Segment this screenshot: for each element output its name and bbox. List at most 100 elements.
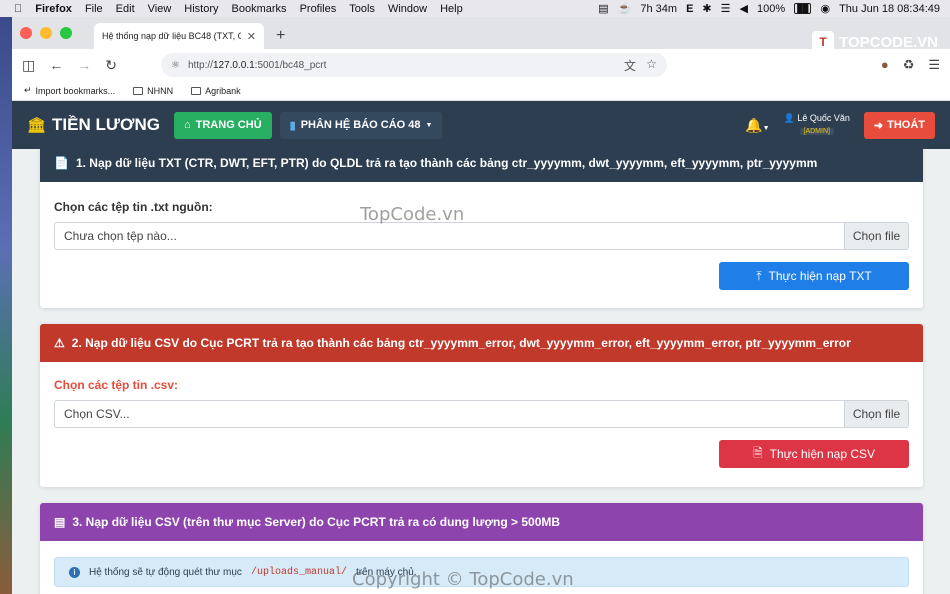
menu-edit[interactable]: Edit xyxy=(116,3,135,15)
menu-window[interactable]: Window xyxy=(388,3,427,15)
profile-avatar-icon[interactable]: ● xyxy=(881,57,889,73)
txt-choose-file-button[interactable]: Chọn file xyxy=(844,223,908,249)
card-header: ⚠ 2. Nạp dữ liệu CSV do Cục PCRT trả ra … xyxy=(40,324,923,362)
app-brand[interactable]: 🏛 TIỀN LƯƠNG xyxy=(27,115,160,135)
import-icon: ↵ xyxy=(24,85,32,95)
tea-timer-icon[interactable]: ☕ xyxy=(618,2,632,15)
timer-text[interactable]: 7h 34m xyxy=(640,3,677,15)
info-text-pre: Hệ thống sẽ tự động quét thư mục xyxy=(89,566,242,578)
file-text-icon: 📄 xyxy=(54,156,69,170)
app-menu-icon[interactable]: ☰ xyxy=(928,57,940,73)
topcode-logo-text: TOPCODE.VN xyxy=(839,33,938,51)
menu-history[interactable]: History xyxy=(184,3,218,15)
txt-file-input[interactable]: Chưa chọn tệp nào... Chọn file xyxy=(54,222,909,250)
reload-icon[interactable]: ↻ xyxy=(105,57,117,74)
user-info[interactable]: 👤 Lê Quốc Văn [ADMIN] xyxy=(784,112,850,138)
extensions-icon[interactable]: ♻ xyxy=(903,57,915,73)
file-icon: ▮ xyxy=(289,119,296,132)
bookmark-import[interactable]: ↵ Import bookmarks... xyxy=(24,85,115,96)
import-csv-label: Thực hiện nạp CSV xyxy=(769,447,876,461)
card-title: 3. Nạp dữ liệu CSV (trên thư mục Server)… xyxy=(72,515,561,529)
card-body: Chọn các tệp tin .csv: Chọn CSV... Chọn … xyxy=(40,362,923,482)
close-window-icon[interactable] xyxy=(20,27,32,39)
maximize-window-icon[interactable] xyxy=(60,27,72,39)
logout-button[interactable]: ➜ THOÁT xyxy=(863,111,935,139)
site-info-icon[interactable]: ⚛ xyxy=(171,60,180,71)
bluetooth-icon[interactable]: ✱ xyxy=(702,2,711,15)
forward-icon[interactable]: → xyxy=(77,57,91,73)
notification-bell-icon[interactable]: 🔔▼ xyxy=(745,117,769,134)
browser-tab[interactable]: Hệ thống nạp dữ liệu BC48 (TXT, CS ✕ xyxy=(94,23,264,49)
sidebar-toggle-icon[interactable]: ◫ xyxy=(22,57,35,74)
import-txt-label: Thực hiện nạp TXT xyxy=(768,269,872,283)
url-path: :5001/bc48_pcrt xyxy=(254,59,327,71)
bookmark-nhnn-label: NHNN xyxy=(147,85,174,96)
new-tab-icon[interactable]: + xyxy=(276,27,285,45)
bank-icon: 🏛 xyxy=(27,117,47,134)
action-row: 🗎 Thực hiện nạp CSV xyxy=(54,440,909,468)
home-label: TRANG CHỦ xyxy=(195,119,262,131)
import-csv-button[interactable]: 🗎 Thực hiện nạp CSV xyxy=(719,440,909,468)
window-controls xyxy=(20,17,72,49)
apple-icon[interactable]:  xyxy=(14,3,22,15)
module-dropdown[interactable]: ▮ PHÂN HỆ BÁO CÁO 48 ▼ xyxy=(279,111,443,139)
user-name: Lê Quốc Văn xyxy=(797,113,850,123)
back-icon[interactable]: ← xyxy=(49,57,63,73)
url-text: http://127.0.0.1:5001/bc48_pcrt xyxy=(188,60,326,71)
battery-text[interactable]: 100% xyxy=(757,3,785,15)
watermark: TopCode.vn xyxy=(360,204,465,225)
main-content: 📄 1. Nạp dữ liệu TXT (CTR, DWT, EFT, PTR… xyxy=(12,149,950,594)
topcode-logo-icon: T xyxy=(812,31,835,53)
caret-down-icon: ▼ xyxy=(425,121,433,129)
action-row: ⤒ Thực hiện nạp TXT xyxy=(54,262,909,290)
wifi-icon[interactable]: ☰ xyxy=(721,2,731,15)
bookmark-nhnn[interactable]: NHNN xyxy=(133,86,173,96)
import-txt-button[interactable]: ⤒ Thực hiện nạp TXT xyxy=(719,262,909,290)
logout-icon: ➜ xyxy=(873,119,884,132)
input-source-icon[interactable]: E xyxy=(686,3,693,15)
user-icon: 👤 xyxy=(783,113,795,123)
menubar-clock[interactable]: Thu Jun 18 08:34:49 xyxy=(839,3,940,15)
csv-file-input[interactable]: Chọn CSV... Chọn file xyxy=(54,400,909,428)
tab-strip: Hệ thống nạp dữ liệu BC48 (TXT, CS ✕ + xyxy=(12,17,950,49)
url-host: 127.0.0.1 xyxy=(212,59,255,71)
folder-icon xyxy=(133,86,144,95)
logout-label: THOÁT xyxy=(887,119,925,131)
menu-app-name[interactable]: Firefox xyxy=(35,3,72,15)
menu-bookmarks[interactable]: Bookmarks xyxy=(232,3,287,15)
card-header: 📄 1. Nạp dữ liệu TXT (CTR, DWT, EFT, PTR… xyxy=(40,149,923,182)
bookmark-agribank[interactable]: Agribank xyxy=(191,86,241,96)
menu-view[interactable]: View xyxy=(148,3,172,15)
upload-icon: ⤒ xyxy=(756,268,762,283)
card-csv-import: ⚠ 2. Nạp dữ liệu CSV do Cục PCRT trả ra … xyxy=(40,324,923,487)
volume-icon[interactable]: ◀ xyxy=(740,2,748,15)
topcode-logo: T TOPCODE.VN xyxy=(812,31,938,53)
home-button[interactable]: ⌂ TRANG CHỦ xyxy=(173,111,272,139)
status-app-icon[interactable]: ▤ xyxy=(598,2,608,15)
menu-profiles[interactable]: Profiles xyxy=(300,3,337,15)
card-title: 1. Nạp dữ liệu TXT (CTR, DWT, EFT, PTR) … xyxy=(75,156,818,170)
battery-icon[interactable]: ██ xyxy=(794,3,812,14)
bookmark-agribank-label: Agribank xyxy=(205,85,241,96)
url-prefix: http:// xyxy=(187,59,213,71)
control-center-icon[interactable]: ◉ xyxy=(820,2,830,15)
close-tab-icon[interactable]: ✕ xyxy=(247,30,256,43)
menu-file[interactable]: File xyxy=(85,3,103,15)
menu-tools[interactable]: Tools xyxy=(349,3,375,15)
csv-file-value: Chọn CSV... xyxy=(64,407,130,421)
info-folder-path: /uploads_manual/ xyxy=(250,566,347,578)
toolbar-right: ● ♻ ☰ xyxy=(881,57,940,73)
card-header: ▤ 3. Nạp dữ liệu CSV (trên thư mục Serve… xyxy=(40,503,923,541)
bookmark-star-icon[interactable]: ☆ xyxy=(646,57,657,74)
address-bar[interactable]: ⚛ http://127.0.0.1:5001/bc48_pcrt 文 ☆ xyxy=(160,53,667,77)
bookmarks-bar: ↵ Import bookmarks... NHNN Agribank xyxy=(12,81,950,101)
card-txt-import: 📄 1. Nạp dữ liệu TXT (CTR, DWT, EFT, PTR… xyxy=(40,149,923,308)
csv-choose-file-button[interactable]: Chọn file xyxy=(844,401,908,427)
home-icon: ⌂ xyxy=(183,119,191,131)
menu-help[interactable]: Help xyxy=(440,3,463,15)
translate-icon[interactable]: 文 xyxy=(624,57,636,74)
server-icon: ▤ xyxy=(54,515,66,529)
address-bar-actions: 文 ☆ xyxy=(624,57,657,74)
browser-toolbar: ◫ ← → ↻ ⚛ http://127.0.0.1:5001/bc48_pcr… xyxy=(12,49,950,81)
minimize-window-icon[interactable] xyxy=(40,27,52,39)
